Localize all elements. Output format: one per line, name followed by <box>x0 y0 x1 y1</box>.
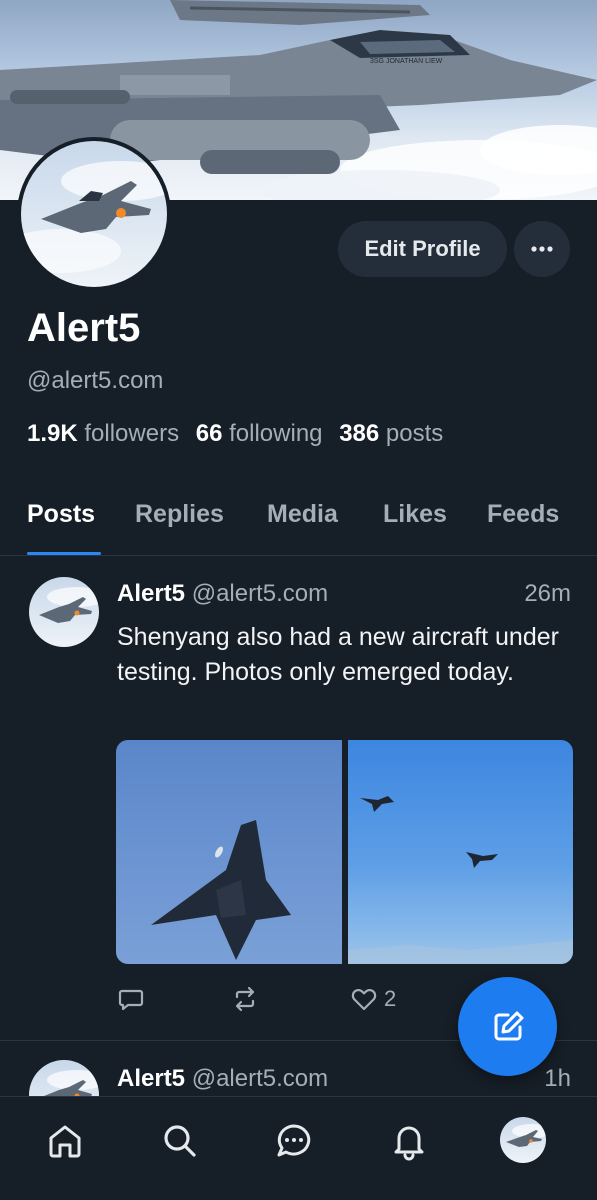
post-timestamp[interactable]: 26m <box>524 580 571 608</box>
post-author-handle[interactable]: @alert5.com <box>192 580 328 607</box>
posts-stat: 386 posts <box>339 420 444 447</box>
nav-home[interactable] <box>43 1119 87 1163</box>
like-count: 2 <box>384 986 397 1011</box>
more-options-button[interactable] <box>514 221 570 277</box>
more-dots-icon <box>531 246 553 252</box>
post-author-handle[interactable]: @alert5.com <box>192 1065 328 1092</box>
post-text: Shenyang also had a new aircraft under t… <box>117 623 559 686</box>
profile-avatar[interactable] <box>17 137 171 291</box>
reply-icon <box>118 989 144 1011</box>
tab-replies[interactable]: Replies <box>135 500 224 529</box>
nav-notifications[interactable] <box>387 1119 431 1163</box>
like-button[interactable]: 2 <box>350 985 396 1013</box>
banner-text: 3SG JONATHAN LIEW <box>370 58 443 65</box>
repost-button[interactable] <box>231 985 259 1013</box>
compose-icon <box>494 1011 523 1040</box>
active-tab-indicator <box>27 552 101 555</box>
post-media <box>116 740 573 964</box>
tab-media[interactable]: Media <box>267 500 338 529</box>
profile-tabs: Posts Replies Media Likes Feeds <box>0 490 597 556</box>
post-header: Alert5 @alert5.com <box>117 580 328 608</box>
nav-chat[interactable] <box>272 1119 316 1163</box>
edit-profile-button[interactable]: Edit Profile <box>338 221 507 277</box>
home-icon <box>49 1125 81 1158</box>
display-name: Alert5 <box>27 306 141 350</box>
post-image-2[interactable] <box>347 740 573 964</box>
repost-icon <box>235 986 255 1012</box>
post-actions: 2 <box>117 985 417 1015</box>
post-author-name[interactable]: Alert5 <box>117 580 185 607</box>
tab-likes[interactable]: Likes <box>383 500 447 529</box>
heart-icon <box>351 989 377 1011</box>
reply-button[interactable] <box>117 985 145 1013</box>
post-author-name[interactable]: Alert5 <box>117 1065 185 1092</box>
chat-icon <box>277 1124 311 1157</box>
following-stat[interactable]: 66 following <box>196 420 323 447</box>
nav-search[interactable] <box>158 1119 202 1163</box>
compose-post-button[interactable] <box>458 977 557 1076</box>
nav-profile-avatar[interactable] <box>500 1117 546 1163</box>
bottom-navigation <box>0 1096 597 1200</box>
profile-stats: 1.9K followers 66 following 386 posts <box>27 420 443 448</box>
bell-icon <box>394 1126 424 1161</box>
tab-feeds[interactable]: Feeds <box>487 500 559 529</box>
post-author-avatar[interactable] <box>29 577 99 647</box>
post-image-1[interactable] <box>116 740 342 964</box>
post-timestamp[interactable]: 1h <box>544 1065 571 1093</box>
tab-posts[interactable]: Posts <box>27 500 95 529</box>
profile-handle: @alert5.com <box>27 367 164 394</box>
followers-stat[interactable]: 1.9K followers <box>27 420 179 447</box>
post-header: Alert5 @alert5.com <box>117 1065 328 1093</box>
search-icon <box>164 1125 196 1157</box>
